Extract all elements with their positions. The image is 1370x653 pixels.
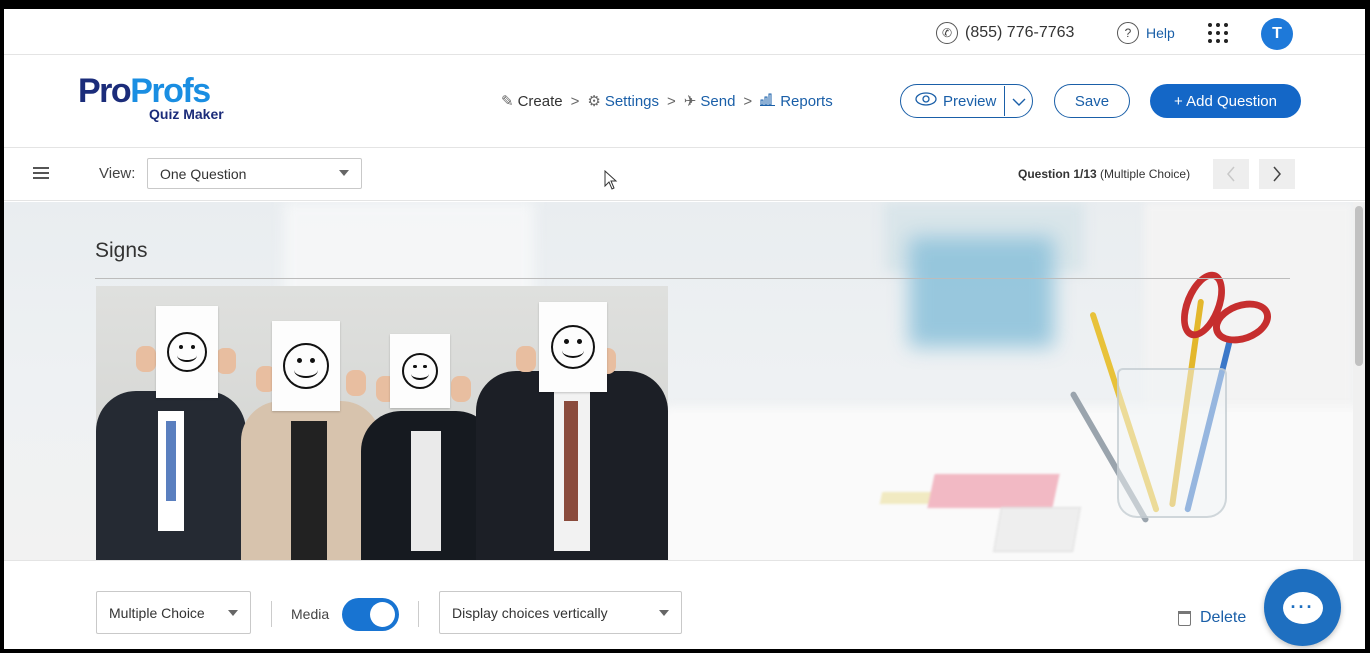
step-reports[interactable]: Reports bbox=[760, 92, 833, 110]
divider bbox=[271, 601, 272, 627]
caret-down-icon bbox=[659, 610, 669, 616]
logo-profs: Profs bbox=[130, 72, 211, 110]
help-link[interactable]: ? Help bbox=[1117, 22, 1175, 44]
photo-person bbox=[96, 371, 246, 560]
smiley-sign bbox=[539, 302, 607, 392]
step-separator: > bbox=[570, 92, 580, 110]
mouse-cursor-icon bbox=[604, 169, 618, 193]
question-index: Question 1/13 bbox=[1018, 167, 1097, 181]
media-label: Media bbox=[291, 606, 330, 622]
eye-icon bbox=[915, 91, 937, 111]
avatar[interactable]: T bbox=[1261, 18, 1293, 50]
background-clip-box bbox=[993, 507, 1081, 552]
preview-button[interactable]: Preview bbox=[900, 84, 1033, 118]
step-send-label: Send bbox=[700, 92, 736, 110]
view-select[interactable]: One Question bbox=[147, 158, 362, 189]
step-reports-label: Reports bbox=[780, 92, 833, 110]
paper-plane-icon: ✈ bbox=[683, 93, 697, 110]
hamburger-menu-icon[interactable] bbox=[33, 167, 49, 179]
phone-contact[interactable]: ✆ (855) 776-7763 bbox=[936, 22, 1074, 44]
photo-hand bbox=[216, 348, 236, 374]
question-image[interactable] bbox=[96, 286, 668, 560]
caret-down-icon bbox=[339, 170, 349, 176]
step-create[interactable]: ✎ Create bbox=[501, 92, 563, 111]
button-divider bbox=[1004, 86, 1006, 116]
caret-down-icon bbox=[228, 610, 238, 616]
smiley-sign bbox=[272, 321, 340, 411]
gear-icon: ⚙ bbox=[587, 93, 601, 110]
bar-chart-icon bbox=[760, 92, 776, 110]
logo-subtitle: Quiz Maker bbox=[149, 106, 224, 122]
top-utility-bar: ✆ (855) 776-7763 ? Help T bbox=[4, 9, 1365, 55]
smiley-sign bbox=[390, 334, 450, 408]
step-separator: > bbox=[743, 92, 753, 110]
step-create-label: Create bbox=[517, 92, 563, 110]
workflow-steps: ✎ Create > ⚙ Settings > ✈ Send > Reports bbox=[501, 92, 833, 111]
view-label: View: bbox=[99, 165, 136, 182]
grid-apps-icon[interactable] bbox=[1208, 23, 1228, 43]
question-circle-icon: ? bbox=[1117, 22, 1139, 44]
question-title[interactable]: Signs bbox=[95, 239, 148, 263]
chevron-right-icon bbox=[1273, 166, 1281, 182]
step-settings-label: Settings bbox=[604, 92, 660, 110]
previous-question-button[interactable] bbox=[1213, 159, 1249, 189]
app-window: ✆ (855) 776-7763 ? Help T ProProfs Quiz … bbox=[0, 0, 1370, 653]
trash-icon bbox=[1178, 610, 1191, 626]
main-header: ProProfs Quiz Maker ✎ Create > ⚙ Setting… bbox=[4, 55, 1365, 148]
phone-number: (855) 776-7763 bbox=[965, 24, 1075, 41]
step-settings[interactable]: ⚙ Settings bbox=[587, 92, 660, 111]
phone-icon: ✆ bbox=[936, 22, 958, 44]
display-choices-value: Display choices vertically bbox=[452, 604, 608, 621]
view-select-value: One Question bbox=[160, 165, 247, 182]
pencil-icon: ✎ bbox=[501, 93, 514, 110]
smiley-sign bbox=[156, 306, 218, 398]
delete-button[interactable]: Delete bbox=[1178, 609, 1246, 627]
background-pencil-cup bbox=[1117, 368, 1227, 518]
help-label: Help bbox=[1146, 25, 1175, 41]
chat-widget-button[interactable]: ··· bbox=[1264, 569, 1341, 646]
divider bbox=[418, 601, 419, 627]
question-type-text: (Multiple Choice) bbox=[1100, 167, 1191, 181]
add-question-button[interactable]: + Add Question bbox=[1150, 84, 1301, 118]
photo-hand bbox=[451, 376, 471, 402]
question-type-select[interactable]: Multiple Choice bbox=[96, 591, 251, 634]
photo-hand bbox=[136, 346, 156, 372]
next-question-button[interactable] bbox=[1259, 159, 1295, 189]
question-type-value: Multiple Choice bbox=[109, 604, 205, 621]
scrollbar-thumb[interactable] bbox=[1355, 206, 1363, 366]
step-separator: > bbox=[667, 92, 676, 110]
background-blue-panel bbox=[909, 237, 1054, 347]
question-counter: Question 1/13 (Multiple Choice) bbox=[1018, 167, 1190, 181]
background-notepad bbox=[927, 474, 1060, 508]
logo-pro: Pro bbox=[78, 72, 132, 110]
delete-label: Delete bbox=[1200, 609, 1247, 626]
question-toolbar: View: One Question Question 1/13 (Multip… bbox=[4, 148, 1365, 201]
toggle-knob bbox=[370, 602, 395, 627]
save-button[interactable]: Save bbox=[1054, 84, 1130, 118]
logo[interactable]: ProProfs Quiz Maker bbox=[78, 72, 248, 122]
editor-scrollbar[interactable] bbox=[1353, 202, 1365, 560]
question-options-bar: Multiple Choice Media Display choices ve… bbox=[4, 560, 1365, 649]
photo-hand bbox=[516, 346, 536, 372]
title-underline bbox=[95, 278, 1290, 279]
question-editor-area: Signs bbox=[4, 202, 1365, 560]
preview-label: Preview bbox=[943, 92, 997, 110]
display-choices-select[interactable]: Display choices vertically bbox=[439, 591, 682, 634]
media-toggle[interactable] bbox=[342, 598, 399, 631]
chevron-down-icon[interactable] bbox=[1012, 94, 1026, 109]
chevron-left-icon bbox=[1227, 166, 1235, 182]
chat-bubble-icon: ··· bbox=[1282, 591, 1323, 624]
step-send[interactable]: ✈ Send bbox=[683, 92, 736, 111]
